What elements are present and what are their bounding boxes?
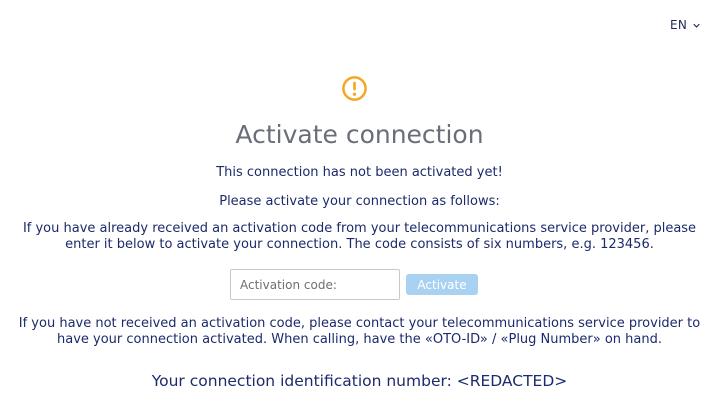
connection-identification: Your connection identification number: <… — [151, 372, 568, 390]
activation-code-info: If you have already received an activati… — [22, 221, 697, 252]
no-code-info: If you have not received an activation c… — [18, 316, 701, 347]
language-label: EN — [670, 18, 688, 32]
activation-code-input[interactable] — [230, 269, 400, 300]
not-activated-message: This connection has not been activated y… — [216, 165, 503, 180]
instructions-message: Please activate your connection as follo… — [219, 194, 500, 209]
activate-button[interactable]: Activate — [406, 274, 478, 295]
warning-circle-icon — [342, 76, 367, 101]
page-title: Activate connection — [235, 120, 484, 149]
chevron-down-icon — [693, 23, 700, 28]
language-selector[interactable]: EN — [670, 18, 700, 32]
activation-form: Activate — [230, 269, 478, 300]
